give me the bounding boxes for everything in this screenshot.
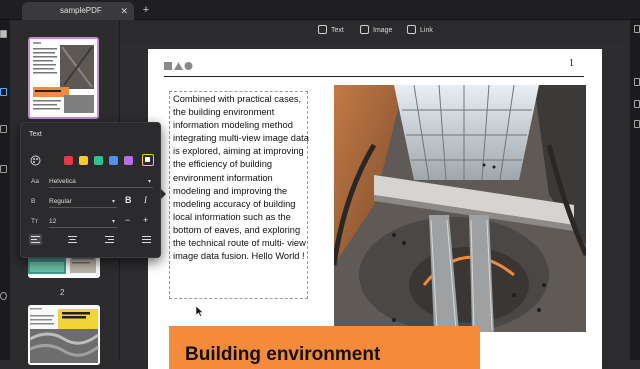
edit-toolbar: Text Image Link	[120, 20, 630, 42]
chevron-down-icon: ▾	[147, 179, 151, 185]
annotate-icon[interactable]	[0, 88, 7, 96]
tab-sample-pdf[interactable]: samplePDF ✕	[22, 2, 134, 20]
tab-title: samplePDF	[60, 6, 102, 15]
properties-icon[interactable]	[634, 25, 640, 33]
header-divider	[164, 76, 584, 77]
color-swatch-black[interactable]	[50, 156, 59, 165]
color-swatch-blue[interactable]	[109, 156, 118, 165]
chevron-down-icon: ▾	[111, 199, 115, 205]
align-justify-icon	[142, 236, 151, 243]
italic-button[interactable]: I	[144, 195, 147, 205]
popover-caret	[161, 189, 166, 199]
add-link-label: Link	[420, 27, 433, 34]
color-picker-icon[interactable]	[30, 155, 41, 166]
font-size-value: 12	[49, 218, 57, 225]
text-properties-panel: Text Aa Helvetica ▾ B Regular ▾ B I Tт 1…	[20, 122, 166, 258]
font-weight-select[interactable]: Regular ▾	[49, 197, 117, 208]
color-swatch-yellow[interactable]	[79, 156, 88, 165]
text-icon	[318, 24, 327, 34]
color-swatch-custom[interactable]	[142, 154, 154, 166]
font-family-icon: Aa	[31, 178, 39, 185]
page-icon[interactable]	[0, 30, 7, 38]
add-image-button[interactable]: Image	[360, 24, 393, 37]
atrium-image	[334, 85, 586, 332]
image-icon	[360, 24, 369, 34]
align-right-icon	[105, 236, 114, 243]
page-thumbnail-3[interactable]	[28, 305, 100, 365]
page-thumbnail-1[interactable]	[28, 37, 99, 119]
align-left-icon	[31, 236, 40, 243]
align-justify-button[interactable]	[140, 234, 153, 245]
body-paragraph[interactable]: Combined with practical cases, the build…	[173, 93, 309, 263]
color-swatch-red[interactable]	[64, 156, 73, 165]
align-right-button[interactable]	[103, 234, 116, 245]
align-center-button[interactable]	[66, 234, 79, 245]
decrease-size-button[interactable]: −	[125, 215, 130, 225]
add-image-label: Image	[373, 27, 393, 34]
print-icon[interactable]	[634, 120, 640, 128]
tab-bar: samplePDF ✕ +	[0, 0, 640, 20]
font-family-value: Helvetica	[49, 178, 76, 185]
section-heading[interactable]: Building environment	[185, 344, 380, 366]
custom-color-preview	[145, 157, 150, 162]
add-link-button[interactable]: Link	[407, 24, 433, 37]
architecture-photo[interactable]	[334, 85, 586, 332]
font-weight-icon: B	[31, 198, 36, 205]
mouse-cursor-icon	[196, 306, 204, 317]
thumbnail-1-preview	[30, 39, 97, 117]
font-weight-value: Regular	[49, 198, 72, 205]
font-size-select[interactable]: 12 ▾	[49, 217, 117, 228]
left-tool-strip	[0, 20, 10, 360]
pdf-page: 1 Combined with practical cases, the bui…	[148, 49, 602, 369]
align-left-button[interactable]	[29, 234, 42, 245]
section-heading-block: Building environment	[169, 326, 480, 369]
font-size-icon: Tт	[31, 218, 38, 225]
copy-icon[interactable]	[0, 125, 7, 133]
color-swatch-purple[interactable]	[124, 156, 133, 165]
organize-icon[interactable]	[0, 165, 7, 173]
thumbnail-3-preview	[28, 305, 100, 365]
font-family-select[interactable]: Helvetica ▾	[49, 177, 153, 188]
settings-icon[interactable]	[0, 292, 7, 300]
share-icon[interactable]	[634, 100, 640, 108]
right-tool-strip	[630, 20, 640, 360]
color-swatch-green[interactable]	[94, 156, 103, 165]
link-icon	[407, 24, 416, 34]
thumbnail-page-number: 2	[60, 288, 65, 297]
align-center-icon	[68, 236, 77, 243]
decorative-shapes	[164, 62, 193, 70]
chevron-down-icon: ▾	[111, 219, 115, 225]
page-number: 1	[569, 58, 574, 69]
export-icon[interactable]	[634, 78, 640, 86]
close-icon[interactable]: ✕	[120, 2, 128, 20]
add-text-button[interactable]: Text	[318, 24, 344, 37]
editable-text-box[interactable]: Combined with practical cases, the build…	[169, 91, 309, 299]
add-text-label: Text	[331, 27, 344, 34]
increase-size-button[interactable]: +	[143, 215, 148, 225]
panel-title: Text	[29, 131, 42, 138]
bold-button[interactable]: B	[125, 195, 132, 205]
new-tab-button[interactable]: +	[140, 2, 152, 18]
